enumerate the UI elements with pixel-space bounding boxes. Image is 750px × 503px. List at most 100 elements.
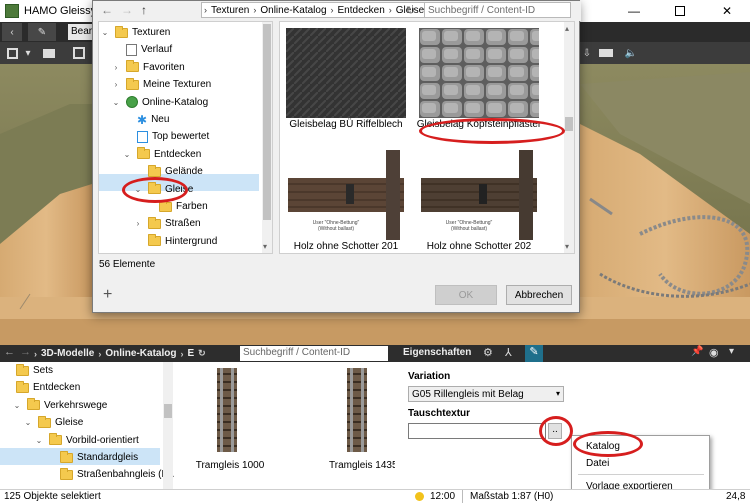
download-button[interactable]: ⇩ — [578, 44, 596, 62]
breadcrumb-item[interactable]: Texturen — [209, 5, 251, 16]
chevron-down-icon[interactable]: ⌄ — [13, 401, 21, 410]
texture-thumbnail: User "Ohne-Bettung" (Without ballast) — [286, 150, 406, 240]
tree-item[interactable]: Sets — [0, 362, 160, 379]
breadcrumb-separator-icon: › — [330, 5, 334, 15]
chevron-right-icon[interactable]: › — [134, 219, 142, 228]
tree-item[interactable]: Straßenbahngleis (LA Ba — [0, 466, 175, 483]
folder-icon — [137, 147, 150, 160]
texture-label: Gleisbelag BÜ Riffelblech — [289, 119, 403, 130]
keyboard-button[interactable] — [596, 44, 616, 62]
refresh-icon[interactable]: ↻ — [406, 4, 415, 17]
tree-item[interactable]: ⌄ Verkehrswege — [0, 397, 160, 414]
breadcrumb-item[interactable]: Entdecken — [336, 5, 387, 16]
chevron-down-icon[interactable]: ⌄ — [123, 150, 131, 159]
scroll-thumb[interactable] — [263, 24, 271, 220]
layout-button[interactable] — [70, 44, 88, 62]
scroll-down-icon[interactable]: ▾ — [263, 242, 267, 251]
sound-button[interactable]: 🔈 — [622, 44, 640, 62]
back-arrow-icon[interactable]: ← — [101, 3, 113, 17]
breadcrumb-item[interactable]: 3D-Modelle — [39, 348, 96, 359]
breadcrumb-item[interactable]: Online-Katalog — [258, 5, 328, 16]
chevron-down-icon[interactable]: ▾ — [729, 346, 734, 357]
close-button[interactable]: ✕ — [704, 0, 750, 22]
dialog-search-input[interactable]: Suchbegriff / Content-ID — [424, 2, 571, 18]
add-icon[interactable]: + — [103, 286, 112, 304]
save-button[interactable] — [4, 44, 20, 62]
save-dropdown[interactable]: ▾ — [23, 44, 33, 62]
chevron-down-icon[interactable]: ⌄ — [35, 436, 43, 445]
keyboard-icon — [599, 49, 613, 57]
maximize-button[interactable] — [657, 0, 703, 22]
breadcrumb-item[interactable]: Online-Katalog — [103, 348, 178, 359]
tree-item[interactable]: Gelände — [99, 163, 259, 180]
grid-scrollbar[interactable]: ▴ ▾ — [564, 22, 574, 253]
tree-item[interactable]: ✱ Neu — [99, 111, 259, 128]
texture-item[interactable]: User "Ohne-Bettung" (Without ballast) Ho… — [282, 146, 410, 253]
app-logo-icon — [5, 4, 19, 18]
tree-item[interactable]: ⌄ Entdecken — [99, 146, 259, 163]
chevron-right-icon[interactable]: › — [112, 63, 120, 72]
annotation-ring — [573, 431, 643, 457]
tree-item-label: Farben — [176, 201, 208, 212]
tree-item[interactable]: Top bewertet — [99, 128, 259, 145]
minimize-button[interactable]: — — [611, 0, 657, 22]
folder-icon — [38, 415, 51, 428]
close-icon: ✕ — [721, 4, 733, 18]
tree-item[interactable]: › Meine Texturen — [99, 76, 259, 93]
model-item[interactable]: Tramgleis 1435 — [285, 362, 395, 471]
tree-item[interactable]: › Favoriten — [99, 59, 259, 76]
scroll-up-icon[interactable]: ▴ — [565, 24, 569, 33]
up-arrow-icon[interactable]: ↑ — [141, 3, 147, 17]
texture-item[interactable]: Gleisbelag Kopfsteinpflaster — [415, 24, 543, 132]
variation-select[interactable]: G05 Rillengleis mit Belag ▾ — [408, 386, 564, 402]
breadcrumb-item[interactable]: E — [185, 348, 196, 359]
chevron-down-icon[interactable]: ⌄ — [101, 28, 109, 37]
minimize-icon: — — [628, 4, 640, 18]
forward-arrow-icon[interactable]: → — [121, 3, 133, 17]
forward-arrow-icon[interactable]: → — [20, 346, 31, 358]
tree-item[interactable]: ⌄ Vorbild-orientiert — [0, 432, 160, 449]
tree-item[interactable]: ⌄ Gleise — [0, 414, 160, 431]
ok-button[interactable]: OK — [435, 285, 497, 305]
gear-icon[interactable]: ⚙ — [483, 346, 493, 359]
refresh-icon[interactable]: ↻ — [196, 348, 208, 359]
tree-item[interactable]: Farben — [99, 198, 259, 215]
back-arrow-icon[interactable]: ← — [4, 346, 15, 358]
back-button[interactable]: ‹ — [2, 23, 22, 41]
tree-item[interactable]: Entdecken — [0, 379, 160, 396]
tree-scrollbar[interactable] — [163, 362, 173, 489]
print-button[interactable] — [40, 44, 58, 62]
tauschtextur-input[interactable] — [408, 423, 546, 439]
tree-scrollbar[interactable]: ▾ — [262, 22, 272, 253]
tab-bearbeiten[interactable]: Bearb — [68, 24, 94, 40]
folder-icon — [126, 60, 139, 73]
scroll-thumb[interactable] — [565, 117, 573, 131]
scroll-down-icon[interactable]: ▾ — [565, 242, 569, 251]
tree-item[interactable]: ⌄ Texturen — [99, 24, 259, 41]
eye-icon[interactable]: ◉ — [709, 346, 719, 359]
chevron-down-icon[interactable]: ⌄ — [112, 98, 120, 107]
edit-button[interactable]: ✎ — [28, 23, 56, 41]
sun-icon[interactable] — [415, 492, 424, 501]
chevron-right-icon[interactable]: › — [112, 80, 120, 89]
brush-icon[interactable]: ✎ — [525, 345, 543, 362]
texture-item[interactable]: Gleisbelag BÜ Riffelblech — [282, 24, 410, 132]
tree-item[interactable]: Hintergrund — [99, 233, 259, 250]
model-thumbnail — [213, 368, 241, 452]
tree-item[interactable]: Verlauf — [99, 41, 259, 58]
model-search-input[interactable]: Suchbegriff / Content-ID — [240, 346, 388, 361]
scroll-thumb[interactable] — [164, 404, 172, 418]
model-item[interactable]: Tramgleis 1000 — [175, 362, 285, 471]
pin-icon[interactable]: 📌 — [691, 346, 703, 357]
scale-display: Maßstab 1:87 (H0) — [470, 491, 554, 502]
tree-item[interactable]: Standardgleis — [0, 449, 160, 466]
hierarchy-icon[interactable]: ⅄ — [505, 346, 512, 359]
tree-item[interactable]: › Straßen — [99, 215, 259, 232]
texture-item[interactable]: User "Ohne-Bettung" (Without ballast) Ho… — [415, 146, 543, 253]
menu-item-datei[interactable]: Datei — [586, 458, 609, 469]
annotation-ring — [539, 416, 573, 446]
folder-icon — [148, 234, 161, 247]
cancel-button[interactable]: Abbrechen — [506, 285, 572, 305]
chevron-down-icon[interactable]: ⌄ — [24, 418, 32, 427]
tree-item[interactable]: ⌄ Online-Katalog — [99, 94, 259, 111]
